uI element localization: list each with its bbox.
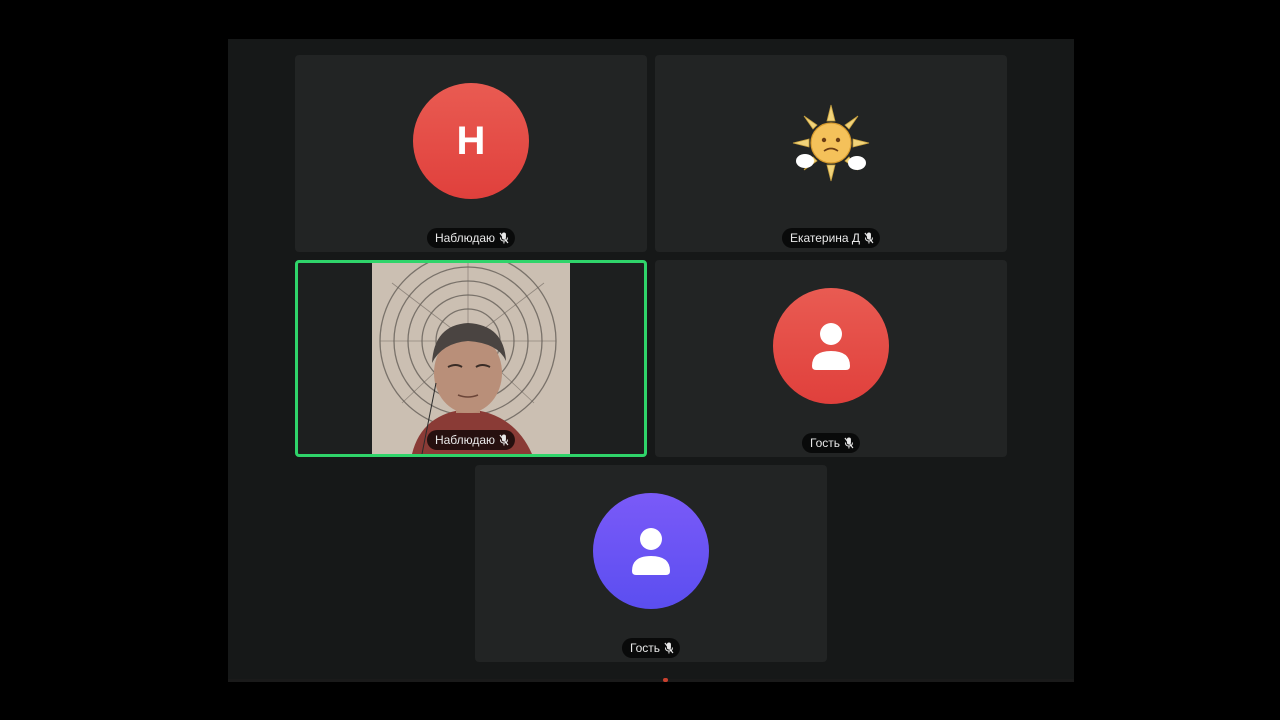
- avatar-initial: Н: [456, 118, 486, 163]
- mic-muted-icon: [864, 232, 874, 244]
- mic-muted-icon: [844, 437, 854, 449]
- participant-tile[interactable]: Н Наблюдаю: [295, 55, 647, 252]
- participant-name-badge: Наблюдаю: [426, 228, 516, 248]
- participant-tile[interactable]: Екатерина Д: [655, 55, 1007, 252]
- participant-avatar: Н: [413, 83, 529, 199]
- mic-muted-icon: [664, 642, 674, 654]
- mic-muted-icon: [499, 434, 509, 446]
- participant-avatar: [773, 288, 889, 404]
- mic-muted-icon: [499, 232, 509, 244]
- participant-name-badge: Гость: [621, 638, 681, 658]
- participant-name: Наблюдаю: [434, 433, 496, 447]
- toolbar-edge: [228, 679, 1074, 682]
- participant-video: [372, 263, 570, 454]
- person-icon: [632, 528, 670, 575]
- video-grid: Н Наблюдаю Екатерина Д Наблюдаю Гость Го…: [228, 39, 1074, 682]
- participant-tile[interactable]: Гость: [655, 260, 1007, 457]
- participant-avatar: [593, 493, 709, 609]
- recording-indicator: [663, 678, 668, 682]
- participant-name: Гость: [809, 436, 841, 450]
- person-icon: [812, 323, 850, 370]
- participant-name-badge: Гость: [801, 433, 861, 453]
- participant-name-badge: Екатерина Д: [781, 228, 881, 248]
- participant-name-badge: Наблюдаю: [426, 430, 516, 450]
- video-frame: [372, 263, 570, 454]
- participant-name: Екатерина Д: [789, 231, 861, 245]
- participant-tile-active-speaker[interactable]: Наблюдаю: [295, 260, 647, 457]
- participant-tile[interactable]: Гость: [475, 465, 827, 662]
- participant-name: Гость: [629, 641, 661, 655]
- sun-avatar-image: [792, 104, 870, 182]
- participant-name: Наблюдаю: [434, 231, 496, 245]
